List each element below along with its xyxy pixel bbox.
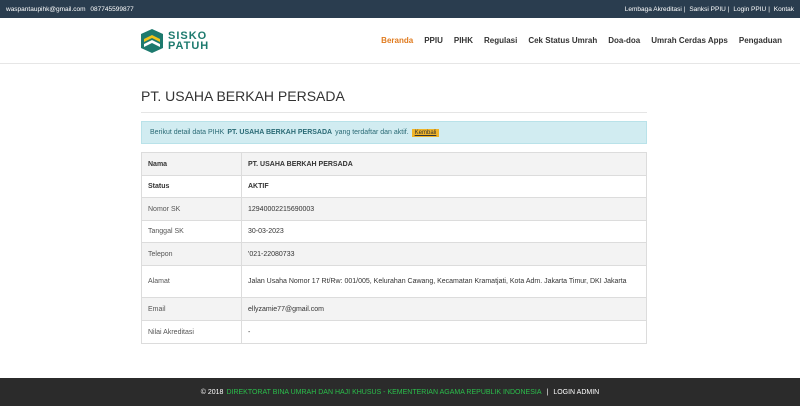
page-title: PT. USAHA BERKAH PERSADA [141,88,647,113]
top-link-kontak[interactable]: Kontak [774,6,794,13]
row-value: AKTIF [241,175,647,198]
nav-item-beranda[interactable]: Beranda [381,36,413,45]
top-bar: waspantaupihk@gmail.com 087745599877 Lem… [0,0,800,18]
back-button[interactable]: Kembali [411,128,440,137]
alert-suffix: yang terdaftar dan aktif. [335,129,409,136]
nav-item-regulasi[interactable]: Regulasi [484,36,517,45]
detail-table: Nama PT. USAHA BERKAH PERSADA Status AKT… [141,152,647,344]
alert-company-name: PT. USAHA BERKAH PERSADA [227,129,333,136]
logo-icon [141,28,163,53]
top-link-sanksi-ppiu[interactable]: Sanksi PPIU [689,6,726,13]
logo-text-line1: SISKO [168,29,208,42]
footer-org-link[interactable]: DIREKTORAT BINA UMRAH DAN HAJI KHUSUS - … [226,389,541,396]
table-row: Email ellyzamie77@gmail.com [141,297,647,321]
table-row: Nama PT. USAHA BERKAH PERSADA [141,152,647,176]
table-row: Telepon '021-22080733 [141,242,647,266]
logo-text-line2: PATUH [168,39,210,52]
nav-item-doa-doa[interactable]: Doa-doa [608,36,640,45]
row-label: Telepon [141,242,242,266]
nav-item-pengaduan[interactable]: Pengaduan [739,36,782,45]
table-row: Status AKTIF [141,175,647,198]
info-alert: Berikut detail data PIHK PT. USAHA BERKA… [141,121,647,144]
top-link-lembaga-akreditasi[interactable]: Lembaga Akreditasi [625,6,682,13]
table-row: Nilai Akreditasi - [141,320,647,344]
contact-phone: 087745599877 [90,5,134,13]
contact-email: waspantaupihk@gmail.com [6,5,86,13]
row-value: '021-22080733 [241,242,647,266]
row-label: Alamat [141,265,242,298]
footer-copyright: © 2018 [200,388,224,396]
nav-menu: Beranda PPIU PIHK Regulasi Cek Status Um… [381,36,782,45]
row-value: 30-03-2023 [241,220,647,243]
nav-item-umrah-cerdas-apps[interactable]: Umrah Cerdas Apps [651,36,728,45]
row-label: Status [141,175,242,198]
contact-info: waspantaupihk@gmail.com 087745599877 [6,6,134,13]
footer: © 2018 DIREKTORAT BINA UMRAH DAN HAJI KH… [0,378,800,406]
footer-login-admin-link[interactable]: LOGIN ADMIN [553,389,599,396]
nav-item-cek-status-umrah[interactable]: Cek Status Umrah [528,36,597,45]
row-label: Nilai Akreditasi [141,320,242,344]
row-value: Jalan Usaha Nomor 17 Rt/Rw: 001/005, Kel… [241,265,647,298]
nav-item-ppiu[interactable]: PPIU [424,36,443,45]
row-value: - [241,320,647,344]
main-navbar: SISKO PATUH Beranda PPIU PIHK Regulasi C… [0,18,800,64]
row-label: Tanggal SK [141,220,242,243]
table-row: Alamat Jalan Usaha Nomor 17 Rt/Rw: 001/0… [141,265,647,298]
top-link-login-ppiu[interactable]: Login PPIU [733,6,766,13]
alert-prefix: Berikut detail data PIHK [150,129,225,136]
row-value: 12940002215690003 [241,197,647,221]
main-content: PT. USAHA BERKAH PERSADA Berikut detail … [0,88,800,344]
row-label: Nomor SK [141,197,242,221]
site-logo[interactable]: SISKO PATUH [140,28,209,54]
nav-item-pihk[interactable]: PIHK [454,36,473,45]
row-value: PT. USAHA BERKAH PERSADA [241,152,647,176]
row-label: Nama [141,152,242,176]
top-links: Lembaga Akreditasi | Sanksi PPIU | Login P… [624,5,794,13]
table-row: Tanggal SK 30-03-2023 [141,220,647,243]
row-value: ellyzamie77@gmail.com [241,297,647,321]
row-label: Email [141,297,242,321]
table-row: Nomor SK 12940002215690003 [141,197,647,221]
